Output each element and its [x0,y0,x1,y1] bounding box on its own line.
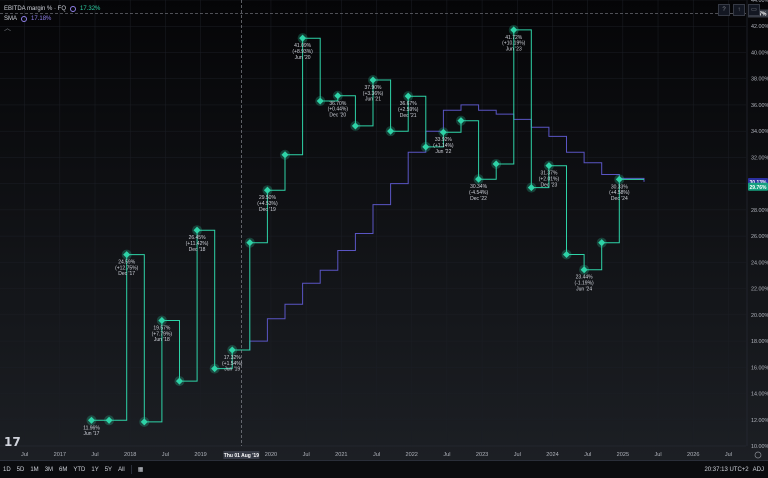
visibility-icon[interactable] [21,16,28,22]
data-label: Jun '22 [435,149,451,155]
data-label: Dec '24 [611,196,628,202]
last-value-badge: 29.76% [748,182,768,191]
maximize-button[interactable]: ▭ [748,4,760,16]
legend-series-value: 17.32% [80,6,101,12]
calendar-icon[interactable]: ▦ [135,466,147,473]
last-value-badge-text: 29.76% [750,185,768,191]
data-label: Jun '21 [365,97,381,103]
crosshair-x-label-text: Thu 01 Aug '19 [224,453,259,459]
data-label: Dec '17 [118,271,135,277]
adj-toggle[interactable]: ADJ [753,467,764,473]
x-tick-label: 2025 [617,452,629,458]
range-6m-button[interactable]: 6M [56,467,70,473]
range-5d-button[interactable]: 5D [14,467,28,473]
range-ytd-button[interactable]: YTD [70,467,88,473]
range-all-button[interactable]: All [115,467,128,473]
help-button[interactable]: ? [718,4,730,16]
x-tick-label: Jul [303,452,310,458]
data-label: Jun '23 [506,47,522,53]
data-label: Dec '20 [329,112,346,118]
chart-plot[interactable]: 10.00% 12.00% 14.00% 16.00% 18.00% 20.00% 22.0… [0,0,768,460]
x-tick-label: Jul [21,452,28,458]
x-tick-label: Jul [162,452,169,458]
data-label: Dec '23 [541,182,558,188]
data-label: Jun '17 [84,431,100,437]
legend-sma-name: SMA [4,16,18,22]
y-tick-label: 10.00% [751,444,768,450]
legend-series-name: EBITDA margin % · FQ [4,6,67,12]
x-tick-label: Jul [654,452,661,458]
x-tick-label: 2017 [54,452,66,458]
range-1y-button[interactable]: 1Y [88,467,101,473]
y-tick-label: 16.00% [751,365,768,371]
x-tick-label: 2024 [546,452,558,458]
visibility-icon[interactable] [70,6,77,12]
x-tick-label: 2020 [265,452,277,458]
legend-main-row[interactable]: EBITDA margin % · FQ 17.32% [4,4,100,14]
y-tick-label: 36.00% [751,103,768,109]
tradingview-logo-icon[interactable]: 17 [4,435,21,449]
x-tick-label: 2018 [124,452,136,458]
divider [130,465,132,474]
data-label: Dec '22 [470,196,487,202]
x-tick-label: Jul [725,452,732,458]
y-tick-label: 28.00% [751,208,768,214]
y-tick-label: 18.00% [751,339,768,345]
range-5y-button[interactable]: 5Y [102,467,115,473]
corner-buttons: ? ↑ ▭ [718,4,760,16]
y-tick-label: 38.00% [751,77,768,83]
x-tick-label: 2019 [194,452,206,458]
x-tick-label: Jul [91,452,98,458]
y-tick-label: 34.00% [751,129,768,135]
y-tick-label: 12.00% [751,418,768,424]
chevron-up-icon[interactable]: ︿ [4,24,11,34]
data-label: Jun '18 [154,337,170,343]
x-tick-label: Jul [514,452,521,458]
data-label: Dec '18 [189,247,206,253]
chart-area[interactable]: 10.00% 12.00% 14.00% 16.00% 18.00% 20.00% 22.0… [0,0,768,477]
y-tick-label: 14.00% [751,392,768,398]
data-label: Jun '24 [576,286,592,292]
bottom-toolbar: 1D 5D 1M 3M 6M YTD 1Y 5Y All ▦ 20:37:13 … [0,460,768,478]
x-tick-label: Jul [443,452,450,458]
y-tick-label: 42.00% [751,24,768,30]
y-tick-label: 22.00% [751,287,768,293]
clock-time[interactable]: 20:37:13 UTC+2 [704,467,748,473]
y-tick-label: 32.00% [751,155,768,161]
range-1d-button[interactable]: 1D [0,467,14,473]
legend-sma-row[interactable]: SMA 17.18% [4,14,100,24]
y-tick-label: 24.00% [751,260,768,266]
data-label: Dec '19 [259,207,276,213]
legend: EBITDA margin % · FQ 17.32% SMA 17.18% ︿ [4,4,100,34]
data-label: Jun '20 [295,55,311,61]
x-tick-label: 2023 [476,452,488,458]
y-tick-label: 20.00% [751,313,768,319]
x-tick-label: Jul [584,452,591,458]
x-tick-label: 2022 [405,452,417,458]
x-tick-label: Jul [373,452,380,458]
x-tick-label: 2021 [335,452,347,458]
range-1m-button[interactable]: 1M [27,467,41,473]
x-tick-label: 2026 [687,452,699,458]
scroll-up-button[interactable]: ↑ [733,4,745,16]
data-label: Dec '21 [400,113,417,119]
crosshair-x-label: Thu 01 Aug '19 [223,451,260,459]
legend-sma-value: 17.18% [31,16,52,22]
y-tick-label: 26.00% [751,234,768,240]
data-label: Jun '19 [224,367,240,373]
plot-background [0,0,768,460]
y-tick-label: 40.00% [751,50,768,56]
range-3m-button[interactable]: 3M [42,467,56,473]
